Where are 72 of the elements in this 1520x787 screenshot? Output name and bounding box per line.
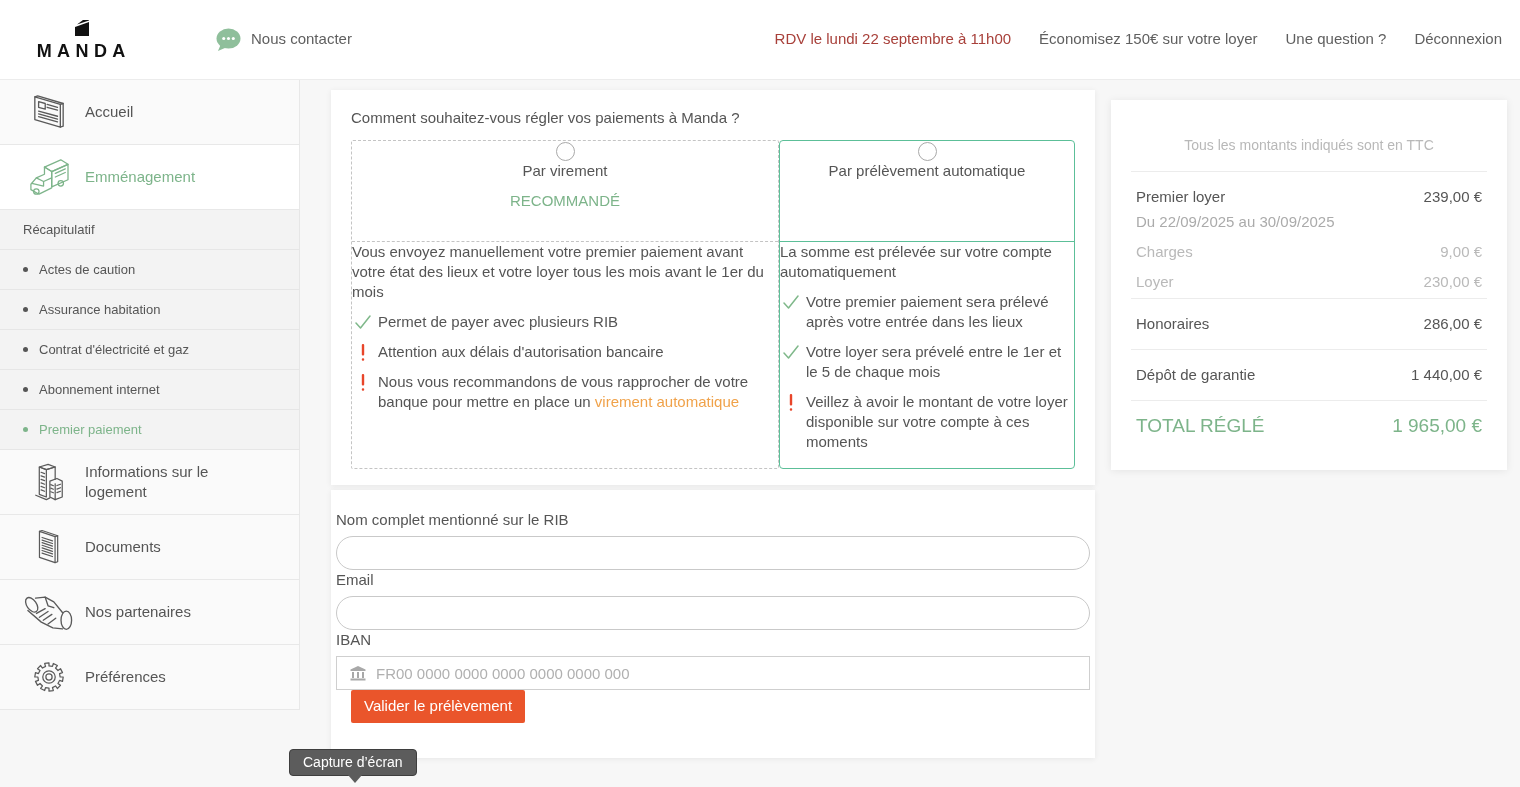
summary-label: Loyer [1136, 271, 1174, 292]
tooltip-pointer-icon [348, 775, 362, 783]
logo-mark-icon [75, 19, 89, 36]
logo-text: MANDA [35, 41, 131, 60]
warning-icon [789, 393, 793, 411]
recommended-label: RECOMMANDÉ [510, 191, 620, 211]
summary-amount: 230,00 € [1423, 271, 1482, 292]
option-description: Vous envoyez manuellement votre premier paiement avant votre état des lieux et votre loyer tous les mois avant le 1er du mois [352, 242, 765, 302]
check-icon [783, 295, 799, 309]
option-description: La somme est prélevée sur votre compte automatiquement [780, 242, 1053, 282]
sidebar-subitem[interactable]: Actes de caution [0, 250, 300, 290]
option-title: Par prélèvement automatique [828, 161, 1026, 181]
summary-label: Premier loyer [1136, 186, 1226, 207]
summary-amount: 9,00 € [1440, 241, 1482, 262]
newspaper-icon [32, 93, 66, 131]
point-text: Votre loyer sera prévelé entre le 1er et le 5 de chaque mois [806, 342, 1063, 382]
summary-label: Dépôt de garantie [1136, 364, 1256, 385]
iban-field[interactable]: FR00 0000 0000 0000 0000 0000 000 [336, 656, 1090, 690]
point-text: Attention aux délais d'autorisation bancaire [378, 342, 664, 362]
question-text: Comment souhaitez-vous régler vos paiements à Manda ? [351, 108, 741, 128]
sidebar-item[interactable]: Informations sur le logement [0, 450, 300, 515]
warning-icon [361, 343, 365, 361]
sidebar-item[interactable]: Documents [0, 515, 300, 580]
appointment-link[interactable]: RDV le lundi 22 septembre à 11h00 [774, 28, 1012, 51]
bullet-icon [23, 427, 28, 432]
point-text: Nous vous recommandons de vous rapprocher de votre banque pour mettre en place un virement automatique [378, 372, 750, 412]
sidebar-subitem[interactable]: Assurance habitation [0, 290, 300, 330]
bank-icon [350, 665, 366, 681]
nav-link[interactable]: Une question ? [1285, 28, 1387, 51]
sidebar-item[interactable]: Accueil [0, 80, 300, 145]
summary-label: Charges [1136, 241, 1193, 262]
summary-amount: 239,00 € [1423, 186, 1482, 207]
total-label: TOTAL RÉGLÉ [1136, 414, 1265, 439]
building-icon [34, 463, 64, 501]
input-field[interactable] [336, 536, 1090, 570]
option-title: Par virement [522, 161, 608, 181]
input-field[interactable] [336, 596, 1090, 630]
nav-link[interactable]: Économisez 150€ sur votre loyer [1039, 28, 1258, 51]
summary-label: Honoraires [1136, 313, 1210, 334]
tax-note: Tous les montants indiqués sont en TTC [1183, 136, 1435, 155]
field-label: Email [336, 570, 375, 590]
sidebar-item[interactable]: Préférences [0, 645, 300, 710]
sidebar-subitem[interactable]: Récapitulatif [0, 210, 300, 250]
summary-amount: 286,00 € [1423, 313, 1482, 334]
check-icon [355, 315, 371, 329]
sidebar-subitem[interactable]: Abonnement internet [0, 370, 300, 410]
truck-icon [28, 158, 70, 196]
nav-link[interactable]: Déconnexion [1414, 28, 1502, 51]
point-text: Permet de payer avec plusieurs RIB [378, 312, 619, 332]
radio-button[interactable] [917, 142, 937, 161]
radio-button[interactable] [555, 142, 575, 161]
period-text: Du 22/09/2025 au 30/09/2025 [1135, 212, 1336, 232]
sidebar-item[interactable]: Nos partenaires [0, 580, 300, 645]
summary-amount: 1 440,00 € [1411, 364, 1482, 385]
payment-option[interactable] [351, 140, 779, 469]
chat-icon [216, 28, 241, 51]
point-text: Votre premier paiement sera prélevé après votre entrée dans les lieux [806, 292, 1050, 332]
submit-button[interactable]: Valider le prélèvement [351, 690, 526, 723]
check-icon [783, 345, 799, 359]
sidebar-subitem[interactable]: Contrat d'électricité et gaz [0, 330, 300, 370]
field-label: Nom complet mentionné sur le RIB [336, 510, 570, 530]
payment-option[interactable] [779, 140, 1075, 469]
bullet-icon [23, 347, 28, 352]
warning-icon [361, 373, 365, 391]
settings-icon [33, 661, 65, 693]
contact-link[interactable]: Nous contacter [216, 28, 352, 51]
point-text: Veillez à avoir le montant de votre loyer disponible sur votre compte à ces moments [806, 392, 1068, 452]
bullet-icon [23, 307, 28, 312]
bullet-icon [23, 387, 28, 392]
bullet-icon [23, 267, 28, 272]
field-label: IBAN [336, 630, 372, 650]
total-amount: 1 965,00 € [1392, 414, 1482, 439]
